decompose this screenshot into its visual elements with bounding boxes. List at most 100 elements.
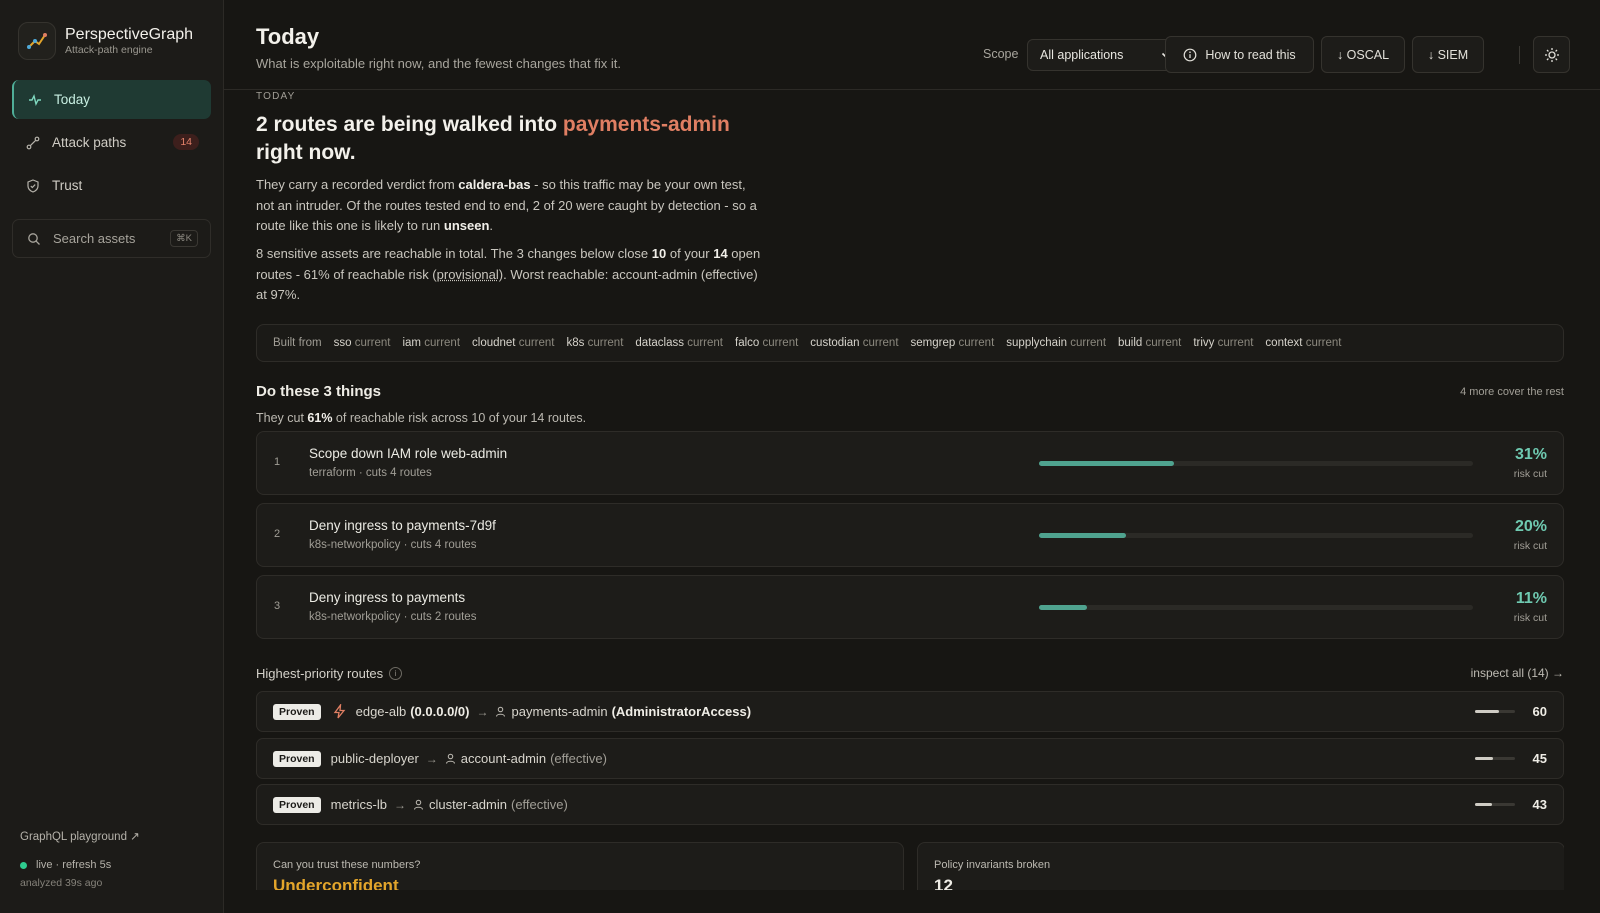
risk-cut-fill — [1039, 533, 1126, 538]
score-bar — [1475, 803, 1515, 806]
action-card[interactable]: 2 Deny ingress to payments-7d9f k8s-netw… — [256, 503, 1564, 567]
risk-cut-label: risk cut — [1513, 612, 1547, 624]
source-item: build current — [1118, 337, 1181, 349]
action-card[interactable]: 3 Deny ingress to payments k8s-networkpo… — [256, 575, 1564, 639]
source-status: current — [862, 337, 899, 349]
live-status-text: live · refresh 5s — [36, 859, 112, 871]
siem-export-button[interactable]: ↓ SIEM — [1412, 36, 1484, 73]
analyzed-timestamp: analyzed 39s ago — [20, 877, 103, 889]
route-source: edge-alb — [355, 704, 407, 719]
source-item: sso current — [334, 337, 391, 349]
route-source: metrics-lb — [330, 797, 387, 812]
search-icon — [26, 231, 42, 247]
route-row[interactable]: Proven metrics-lb → cluster-admin (effec… — [256, 784, 1564, 825]
graphql-playground-link[interactable]: GraphQL playground ↗ — [20, 829, 140, 843]
detection-state: unseen — [443, 218, 490, 233]
trust-card[interactable]: Can you trust these numbers? Underconfid… — [256, 842, 904, 890]
policy-card[interactable]: Policy invariants broken 12 — [917, 842, 1564, 890]
route-row[interactable]: Proven public-deployer → account-admin (… — [256, 738, 1564, 779]
scope-label: Scope — [983, 47, 1019, 61]
trust-card-label: Can you trust these numbers? — [273, 859, 421, 871]
policy-card-label: Policy invariants broken — [934, 859, 1051, 871]
search-input[interactable]: Search assets ⌘K — [12, 219, 211, 258]
route-score: 45 — [1532, 751, 1547, 766]
action-card[interactable]: 1 Scope down IAM role web-admin terrafor… — [256, 431, 1564, 495]
sidebar-nav: Today Attack paths 14 Trust — [12, 80, 211, 209]
headline-target[interactable]: payments-admin — [563, 113, 730, 136]
risk-cut-total: 61% — [307, 411, 333, 425]
scope-select[interactable]: All applications — [1027, 39, 1181, 71]
proven-badge: Proven — [273, 750, 321, 767]
route-score: 60 — [1532, 704, 1547, 719]
source-item: iam current — [402, 337, 460, 349]
source-name: trivy — [1193, 337, 1215, 349]
user-icon — [495, 706, 506, 717]
sidebar-item-label: Attack paths — [52, 135, 127, 150]
source-status: current — [762, 337, 799, 349]
text: 8 sensitive assets are reachable in tota… — [256, 246, 652, 261]
theme-toggle-button[interactable] — [1533, 36, 1570, 73]
risk-cut-value: 11% — [1515, 590, 1547, 607]
risk-cut-fill — [1039, 605, 1087, 610]
action-number: 2 — [274, 528, 281, 540]
oscal-label: ↓ OSCAL — [1336, 47, 1390, 62]
source-name: supplychain — [1006, 337, 1068, 349]
headline-text-post: right now. — [256, 141, 356, 164]
action-title: Scope down IAM role web-admin — [309, 446, 508, 461]
proven-badge: Proven — [273, 796, 321, 813]
page-header: Today What is exploitable right now, and… — [224, 0, 1600, 90]
inspect-all-link[interactable]: inspect all (14) → — [1471, 666, 1564, 680]
bolt-icon — [333, 704, 346, 719]
score-bar — [1475, 710, 1515, 713]
route-target-detail: (AdministratorAccess) — [611, 704, 752, 719]
shield-icon — [25, 178, 41, 194]
logo-icon — [18, 22, 56, 60]
oscal-export-button[interactable]: ↓ OSCAL — [1321, 36, 1405, 73]
main-content: TODAY 2 routes are being walked into pay… — [256, 90, 1564, 890]
built-from-bar: Built from sso current iam current cloudne… — [256, 324, 1564, 362]
risk-cut-value: 20% — [1514, 518, 1547, 535]
brand[interactable]: PerspectiveGraph Attack-path engine — [18, 22, 193, 60]
route-score: 43 — [1532, 797, 1547, 812]
source-name: semgrep — [910, 337, 956, 349]
headline-text-pre: 2 routes are being walked into — [256, 113, 563, 136]
text: of reachable risk across 10 of your 14 r… — [332, 411, 587, 425]
action-meta: terraform · cuts 4 routes — [309, 467, 432, 479]
sidebar-item-attack-paths[interactable]: Attack paths 14 — [12, 123, 211, 162]
verdict-paragraph: They carry a recorded verdict from calde… — [256, 175, 766, 237]
route-source-detail: (0.0.0.0/0) — [410, 704, 470, 719]
more-actions-link[interactable]: 4 more cover the rest — [1460, 386, 1564, 398]
text: They cut — [256, 411, 308, 425]
text: . — [489, 218, 494, 233]
sidebar-item-today[interactable]: Today — [12, 80, 211, 119]
routes-title: Highest-priority routes i — [256, 666, 403, 681]
policy-card-value: 12 — [934, 876, 953, 890]
how-to-read-button[interactable]: How to read this — [1165, 36, 1314, 73]
provisional-link[interactable]: provisional — [437, 267, 499, 282]
source-name: k8s — [566, 337, 585, 349]
source-status: current — [958, 337, 995, 349]
source-name: falco — [735, 337, 760, 349]
sidebar-item-trust[interactable]: Trust — [12, 166, 211, 205]
source-name: dataclass — [635, 337, 684, 349]
scope-value: All applications — [1040, 48, 1124, 62]
info-icon[interactable]: i — [389, 667, 403, 680]
info-icon — [1183, 48, 1197, 62]
source-name: sso — [333, 337, 352, 349]
path-icon — [25, 135, 41, 151]
source-status: current — [354, 337, 391, 349]
sidebar-item-label: Today — [54, 92, 91, 107]
source-list: sso current iam current cloudnet current k8… — [334, 337, 1354, 349]
source-status: current — [518, 337, 555, 349]
risk-cut-label: risk cut — [1513, 468, 1547, 480]
today-headline: 2 routes are being walked into payments-… — [256, 111, 776, 167]
header-divider — [1519, 46, 1520, 64]
closed-count: 10 — [651, 246, 667, 261]
user-icon — [413, 799, 424, 810]
route-row[interactable]: Proven edge-alb (0.0.0.0/0) → payments-a… — [256, 691, 1564, 732]
source-item: semgrep current — [911, 337, 995, 349]
score-bar — [1475, 757, 1515, 760]
action-number: 1 — [274, 456, 281, 468]
source-item: trivy current — [1193, 337, 1253, 349]
source-item: dataclass current — [635, 337, 723, 349]
